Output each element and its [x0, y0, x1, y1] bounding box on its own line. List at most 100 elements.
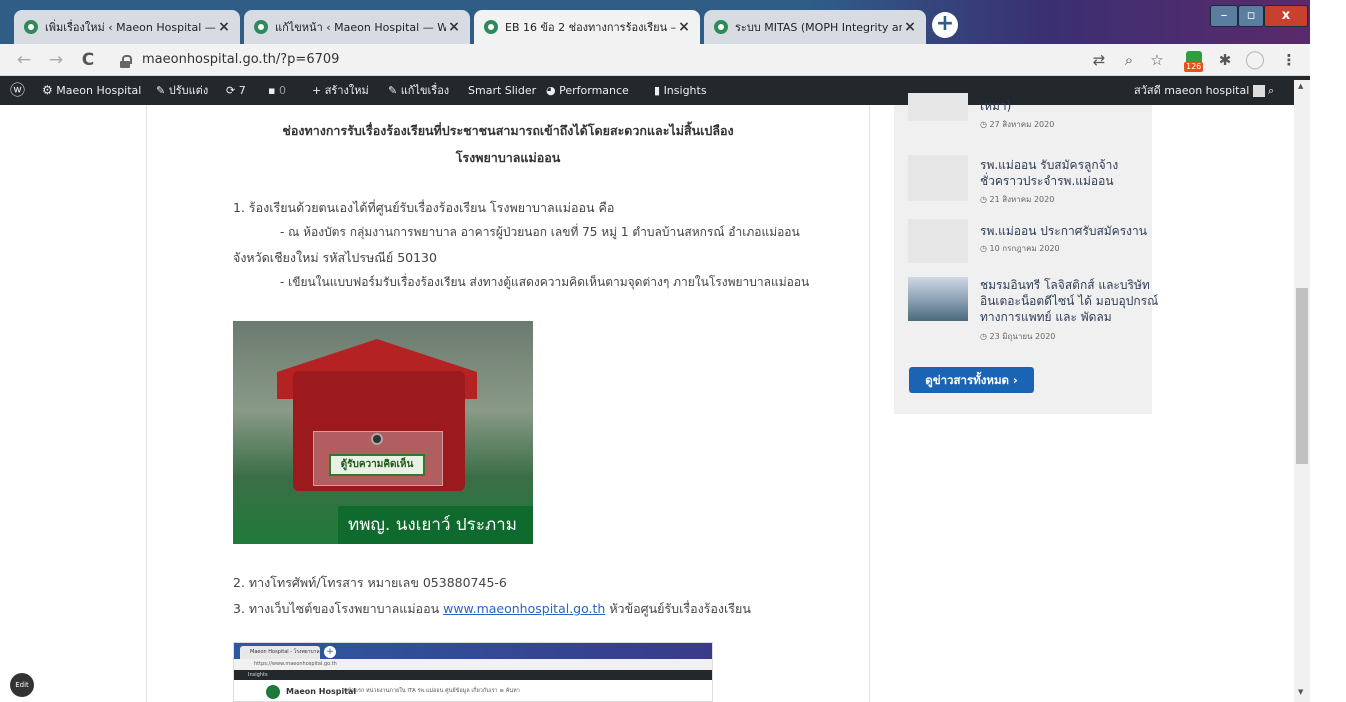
- pencil-icon: ✎: [388, 84, 398, 97]
- new-tab-button[interactable]: +: [932, 12, 958, 38]
- news-title-line3[interactable]: ทางการแพทย์ และ พัดลม: [980, 310, 1112, 325]
- tab-title: เพิ่มเรื่องใหม่ ‹ Maeon Hospital —: [45, 21, 216, 34]
- news-item[interactable]: รพ.แม่ออน รับสมัครลูกจ้าง ชั่วคราวประจำร…: [908, 155, 1148, 205]
- extensions-icon[interactable]: ✱: [1214, 48, 1236, 72]
- news-date: ◷ 21 สิงหาคม 2020: [980, 195, 1055, 204]
- outer-margin: [1310, 0, 1346, 702]
- scroll-down-icon[interactable]: ▼: [1298, 688, 1303, 696]
- performance-icon: ◕: [546, 84, 556, 97]
- tab-strip: เพิ่มเรื่องใหม่ ‹ Maeon Hospital — × แก้…: [0, 0, 1310, 44]
- shot-tab-strip: Maeon Hospital - โรงพยาบาล × +: [234, 643, 712, 668]
- news-date: ◷ 10 กรกฎาคม 2020: [980, 244, 1060, 253]
- news-thumbnail: [908, 277, 968, 321]
- url-text: maeonhospital.go.th/?p=6709: [142, 52, 340, 67]
- news-thumbnail: [908, 155, 968, 201]
- bar-chart-icon: ▮: [654, 84, 661, 97]
- shot-admin-bar: Insights: [234, 670, 712, 680]
- tab-edit-page[interactable]: แก้ไขหน้า ‹ Maeon Hospital — W ×: [244, 10, 470, 44]
- translate-icon[interactable]: ⇄: [1088, 48, 1110, 72]
- edit-button[interactable]: Edit: [10, 673, 34, 697]
- edit-post-link[interactable]: ✎ แก้ไขเรื่อง: [388, 76, 449, 105]
- comments-link[interactable]: ▪ 0: [268, 76, 286, 105]
- account-link[interactable]: สวัสดี maeon hospital: [1134, 76, 1265, 105]
- smart-slider-link[interactable]: Smart Slider: [468, 76, 536, 105]
- star-icon[interactable]: ☆: [1146, 48, 1168, 72]
- performance-link[interactable]: ◕ Performance: [546, 76, 629, 105]
- favicon-icon: [714, 20, 728, 34]
- wordpress-icon[interactable]: ⓦ: [10, 76, 25, 105]
- news-title[interactable]: เหมา): [980, 99, 1011, 114]
- favicon-icon: [254, 20, 268, 34]
- close-icon[interactable]: ×: [676, 19, 692, 35]
- news-title-line1[interactable]: ชมรมอินทรี โลจิสติกส์ และบริษัท: [980, 278, 1150, 293]
- news-title-line2[interactable]: ชั่วคราวประจำรพ.แม่ออน: [980, 174, 1114, 189]
- news-date: ◷ 23 มิถุนายน 2020: [980, 332, 1056, 341]
- tab-title: EB 16 ข้อ 2 ช่องทางการร้องเรียน –: [505, 21, 676, 34]
- forward-icon[interactable]: →: [44, 48, 68, 72]
- shot-menu: หน้าแรก หน่วยงานภายใน ITA รพ.แม่ออน ศูนย…: [344, 688, 520, 694]
- tab-add-post[interactable]: เพิ่มเรื่องใหม่ ‹ Maeon Hospital — ×: [14, 10, 240, 44]
- hospital-website-link[interactable]: www.maeonhospital.go.th: [443, 601, 605, 616]
- site-name-link[interactable]: ⚙ Maeon Hospital: [42, 76, 141, 105]
- minimize-button[interactable]: –: [1210, 5, 1238, 27]
- dashboard-icon: ⚙: [42, 83, 53, 97]
- news-item[interactable]: ชมรมอินทรี โลจิสติกส์ และบริษัท อินเตอะน…: [908, 275, 1158, 345]
- lock-icon: [371, 433, 383, 445]
- close-icon[interactable]: ×: [216, 19, 232, 35]
- extension-badge: 126: [1184, 62, 1204, 72]
- close-icon[interactable]: ×: [902, 19, 918, 35]
- browser-toolbar: ← → C maeonhospital.go.th/?p=6709 ⇄ ⌕ ☆ …: [0, 44, 1310, 76]
- maximize-button[interactable]: ▫: [1238, 5, 1264, 27]
- tab-eb16-active[interactable]: EB 16 ข้อ 2 ช่องทางการร้องเรียน – ×: [474, 10, 700, 44]
- news-item[interactable]: เหมา) ◷ 27 สิงหาคม 2020: [908, 93, 1148, 137]
- new-content-link[interactable]: + สร้างใหม่: [312, 76, 369, 105]
- search-icon[interactable]: ⌕: [1268, 76, 1274, 105]
- page-content: ช่องทางการรับเรื่องร้องเรียนที่ประชาชนสา…: [0, 93, 1294, 702]
- scroll-up-icon[interactable]: ▲: [1298, 82, 1303, 90]
- complaint-item-1-sub1-cont: จังหวัดเชียงใหม่ รหัสไปรษณีย์ 50130: [233, 250, 437, 265]
- photo-banner: ทพญ. นงเยาว์ ประภาม: [338, 506, 533, 544]
- address-bar[interactable]: maeonhospital.go.th/?p=6709: [118, 47, 1178, 73]
- complaint-box-photo: ตู้รับความคิดเห็น ทพญ. นงเยาว์ ประภาม: [233, 321, 533, 544]
- updates-icon: ⟳: [226, 84, 236, 97]
- close-window-button[interactable]: x: [1264, 5, 1308, 27]
- lock-icon: [120, 55, 132, 68]
- news-item[interactable]: รพ.แม่ออน ประกาศรับสมัครงาน ◷ 10 กรกฎาคม…: [908, 219, 1148, 265]
- zoom-icon[interactable]: ⌕: [1118, 48, 1140, 72]
- customize-label: ปรับแต่ง: [168, 84, 209, 97]
- updates-link[interactable]: ⟳ 7: [226, 76, 246, 105]
- news-title-line2[interactable]: อินเตอะน็อตดีไซน์ ได้ มอบอุปกรณ์: [980, 294, 1158, 309]
- comment-icon: ▪: [268, 84, 276, 97]
- profile-icon[interactable]: ◯: [1244, 48, 1266, 72]
- article-heading-line1: ช่องทางการรับเรื่องร้องเรียนที่ประชาชนสา…: [282, 123, 734, 138]
- item3-prefix: 3. ทางเว็บไซต์ของโรงพยาบาลแม่ออน: [233, 601, 444, 616]
- avatar: [1252, 85, 1265, 97]
- back-icon[interactable]: ←: [12, 48, 36, 72]
- performance-label: Performance: [559, 84, 629, 97]
- news-thumbnail: [908, 93, 968, 121]
- read-all-news-button[interactable]: ดูข่าวสารทั้งหมด ›: [909, 367, 1034, 393]
- complaint-item-1: 1. ร้องเรียนด้วยตนเองได้ที่ศูนย์รับเรื่อ…: [233, 200, 615, 215]
- news-title[interactable]: รพ.แม่ออน ประกาศรับสมัครงาน: [980, 224, 1147, 239]
- shot-new-tab-icon: +: [324, 646, 336, 658]
- complaint-item-2: 2. ทางโทรศัพท์/โทรสาร หมายเลข 053880745-…: [233, 575, 507, 590]
- tab-title: ระบบ MITAS (MOPH Integrity and: [735, 21, 902, 34]
- news-title-line1[interactable]: รพ.แม่ออน รับสมัครลูกจ้าง: [980, 158, 1118, 173]
- complaint-item-3: 3. ทางเว็บไซต์ของโรงพยาบาลแม่ออน www.mae…: [233, 599, 751, 619]
- tab-title: แก้ไขหน้า ‹ Maeon Hospital — W: [275, 21, 446, 34]
- shot-tab: Maeon Hospital - โรงพยาบาล ×: [240, 646, 320, 668]
- shot-address-bar: https://www.maeonhospital.go.th: [234, 659, 712, 670]
- reload-icon[interactable]: C: [76, 48, 100, 72]
- tab-mitas[interactable]: ระบบ MITAS (MOPH Integrity and ×: [704, 10, 926, 44]
- customize-link[interactable]: ✎ ปรับแต่ง: [156, 76, 208, 105]
- menu-icon[interactable]: ⋮: [1278, 48, 1300, 72]
- item3-suffix: หัวข้อศูนย์รับเรื่องร้องเรียน: [605, 601, 751, 616]
- comments-count: 0: [278, 84, 286, 97]
- site-name-label: Maeon Hospital: [56, 84, 142, 97]
- insights-link[interactable]: ▮ Insights: [654, 76, 707, 105]
- scrollbar-thumb[interactable]: [1296, 288, 1308, 464]
- new-content-label: สร้างใหม่: [324, 84, 369, 97]
- box-label: ตู้รับความคิดเห็น: [329, 454, 425, 476]
- favicon-icon: [24, 20, 38, 34]
- close-icon[interactable]: ×: [446, 19, 462, 35]
